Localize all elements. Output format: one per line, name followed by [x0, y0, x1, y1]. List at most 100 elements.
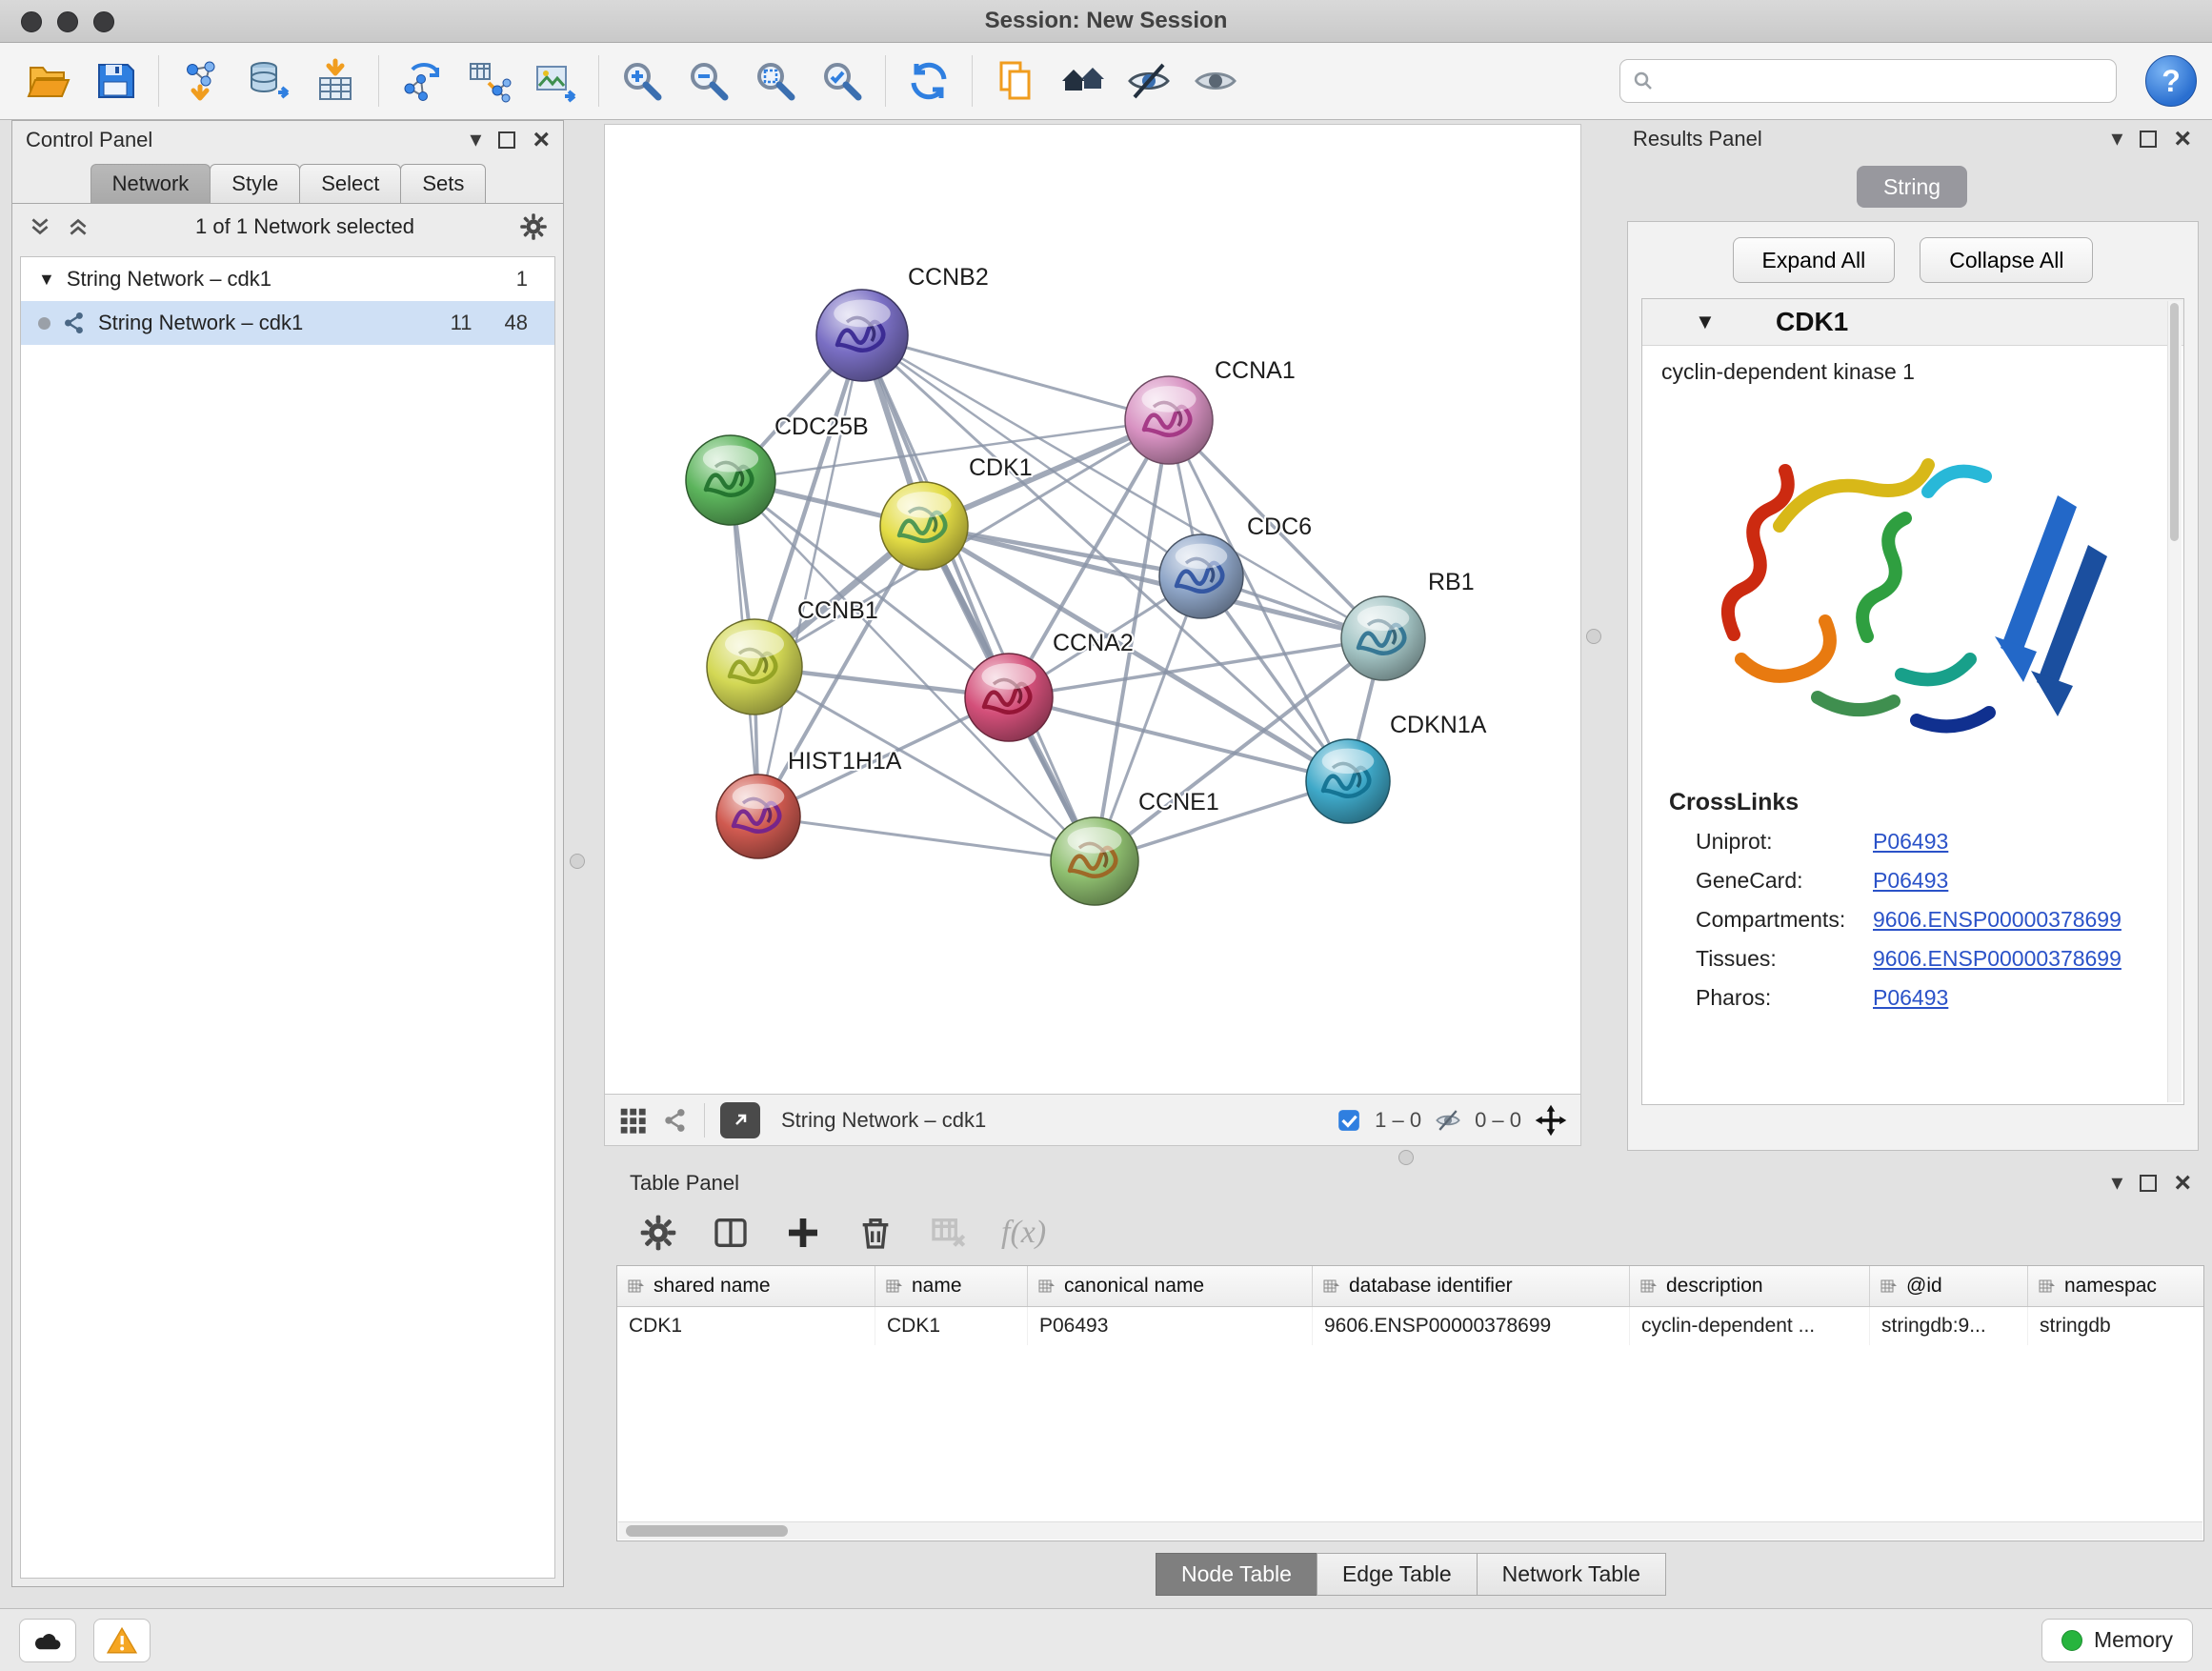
crosslink-link[interactable]: 9606.ENSP00000378699	[1873, 907, 2122, 933]
network-canvas[interactable]: CCNB2CCNA1CDC25BCDK1CDC6RB1CCNB1CCNA2CDK…	[605, 125, 1580, 1094]
table-settings-button[interactable]	[639, 1214, 677, 1252]
tree-expand-icon[interactable]: ▼	[38, 270, 55, 290]
network-node-CCNA2[interactable]: CCNA2	[965, 630, 1134, 741]
window-close-button[interactable]	[21, 11, 42, 32]
tab-style[interactable]: Style	[210, 164, 300, 203]
table-cell[interactable]: P06493	[1028, 1307, 1313, 1345]
expand-all-icon[interactable]	[66, 214, 90, 239]
tab-node-table[interactable]: Node Table	[1156, 1553, 1317, 1596]
column-header[interactable]: shared name	[617, 1266, 875, 1306]
home-button[interactable]	[1049, 50, 1116, 111]
zoom-out-button[interactable]	[675, 50, 742, 111]
memory-button[interactable]: Memory	[2041, 1619, 2193, 1662]
protein-accordion-header[interactable]: ▼ CDK1	[1642, 299, 2183, 346]
table-cell[interactable]: CDK1	[617, 1307, 875, 1345]
help-button[interactable]: ?	[2145, 55, 2197, 107]
close-panel-icon[interactable]: ×	[2174, 125, 2191, 153]
crosslink-link[interactable]: 9606.ENSP00000378699	[1873, 946, 2122, 972]
detach-view-button[interactable]	[720, 1102, 760, 1138]
save-session-button[interactable]	[82, 50, 149, 111]
column-header[interactable]: description	[1630, 1266, 1870, 1306]
column-header[interactable]: canonical name	[1028, 1266, 1313, 1306]
column-header[interactable]: database identifier	[1313, 1266, 1630, 1306]
maximize-panel-icon[interactable]	[2140, 1175, 2157, 1192]
network-edge[interactable]	[758, 335, 862, 816]
network-node-CCNE1[interactable]: CCNE1	[1051, 789, 1219, 905]
move-crosshair-icon[interactable]	[1535, 1104, 1567, 1137]
maximize-panel-icon[interactable]	[2140, 131, 2157, 148]
maximize-panel-icon[interactable]	[498, 131, 515, 149]
zoom-selected-button[interactable]	[809, 50, 875, 111]
accordion-expand-icon[interactable]: ▼	[1695, 310, 1716, 334]
hidden-eye-slash-icon[interactable]	[1435, 1107, 1461, 1134]
import-network-database-button[interactable]	[235, 50, 302, 111]
expand-all-button[interactable]: Expand All	[1733, 237, 1896, 283]
zoom-fit-button[interactable]	[742, 50, 809, 111]
search-input[interactable]	[1664, 68, 2104, 94]
network-node-CCNA1[interactable]: CCNA1	[1125, 357, 1296, 464]
copy-document-button[interactable]	[982, 50, 1049, 111]
zoom-in-button[interactable]	[609, 50, 675, 111]
crosslink-link[interactable]: P06493	[1873, 829, 1948, 855]
network-options-gear-icon[interactable]	[519, 212, 548, 241]
results-scrollbar-thumb[interactable]	[2170, 303, 2179, 541]
network-node-RB1[interactable]: RB1	[1341, 569, 1475, 680]
warnings-button[interactable]	[93, 1619, 151, 1662]
crosslink-link[interactable]: P06493	[1873, 868, 1948, 894]
close-panel-icon[interactable]: ×	[533, 126, 550, 154]
float-panel-icon[interactable]: ▾	[470, 129, 481, 151]
tab-edge-table[interactable]: Edge Table	[1317, 1553, 1478, 1596]
delete-column-button[interactable]	[856, 1214, 895, 1252]
view-share-icon[interactable]	[662, 1107, 689, 1134]
collapse-all-button[interactable]: Collapse All	[1920, 237, 2093, 283]
results-scrollbar[interactable]	[2167, 301, 2182, 1102]
column-header[interactable]: @id	[1870, 1266, 2028, 1306]
network-node-HIST1H1A[interactable]: HIST1H1A	[716, 748, 902, 858]
network-edge[interactable]	[758, 816, 1095, 861]
table-cell[interactable]: cyclin-dependent ...	[1630, 1307, 1870, 1345]
table-cell[interactable]: stringdb	[2028, 1307, 2203, 1345]
string-tab-badge[interactable]: String	[1857, 166, 1967, 208]
network-collection-row[interactable]: ▼ String Network – cdk1 1	[21, 257, 554, 301]
show-columns-button[interactable]	[712, 1214, 750, 1252]
import-network-file-button[interactable]	[169, 50, 235, 111]
tab-select[interactable]: Select	[299, 164, 401, 203]
cloud-button[interactable]	[19, 1619, 76, 1662]
table-cell[interactable]: CDK1	[875, 1307, 1028, 1345]
search-box[interactable]	[1619, 59, 2117, 103]
close-panel-icon[interactable]: ×	[2174, 1169, 2191, 1198]
float-panel-icon[interactable]: ▾	[2111, 128, 2122, 151]
column-header[interactable]: name	[875, 1266, 1028, 1306]
window-zoom-button[interactable]	[93, 11, 114, 32]
tab-sets[interactable]: Sets	[400, 164, 486, 203]
network-from-table-button[interactable]	[455, 50, 522, 111]
network-node-CDK1[interactable]: CDK1	[880, 454, 1033, 570]
horizontal-splitter-grip[interactable]	[1398, 1150, 1414, 1165]
crosslink-link[interactable]: P06493	[1873, 985, 1948, 1011]
float-panel-icon[interactable]: ▾	[2111, 1172, 2122, 1195]
network-node-CDKN1A[interactable]: CDKN1A	[1306, 712, 1487, 823]
collapse-all-icon[interactable]	[28, 214, 52, 239]
vertical-splitter-grip[interactable]	[1586, 629, 1601, 644]
column-header[interactable]: namespac	[2028, 1266, 2203, 1306]
show-graphics-details-button[interactable]	[1182, 50, 1249, 111]
export-image-button[interactable]	[522, 50, 589, 111]
function-builder-button[interactable]: f(x)	[1001, 1215, 1046, 1251]
network-node-CCNB1[interactable]: CCNB1	[707, 597, 878, 715]
tab-network-table[interactable]: Network Table	[1477, 1553, 1666, 1596]
tab-network[interactable]: Network	[90, 164, 211, 203]
table-cell[interactable]: 9606.ENSP00000378699	[1313, 1307, 1630, 1345]
birdseye-grid-icon[interactable]	[618, 1106, 647, 1135]
selected-checkbox-icon[interactable]	[1337, 1108, 1361, 1133]
window-minimize-button[interactable]	[57, 11, 78, 32]
network-edge[interactable]	[862, 335, 1095, 861]
import-table-file-button[interactable]	[302, 50, 369, 111]
table-row[interactable]: CDK1 CDK1 P06493 9606.ENSP00000378699 cy…	[617, 1307, 2203, 1345]
clone-network-button[interactable]	[389, 50, 455, 111]
open-session-button[interactable]	[15, 50, 82, 111]
hide-selected-button[interactable]	[1116, 50, 1182, 111]
create-column-button[interactable]	[784, 1214, 822, 1252]
refresh-layout-button[interactable]	[895, 50, 962, 111]
table-cell[interactable]: stringdb:9...	[1870, 1307, 2028, 1345]
table-scrollbar-thumb[interactable]	[626, 1525, 788, 1537]
